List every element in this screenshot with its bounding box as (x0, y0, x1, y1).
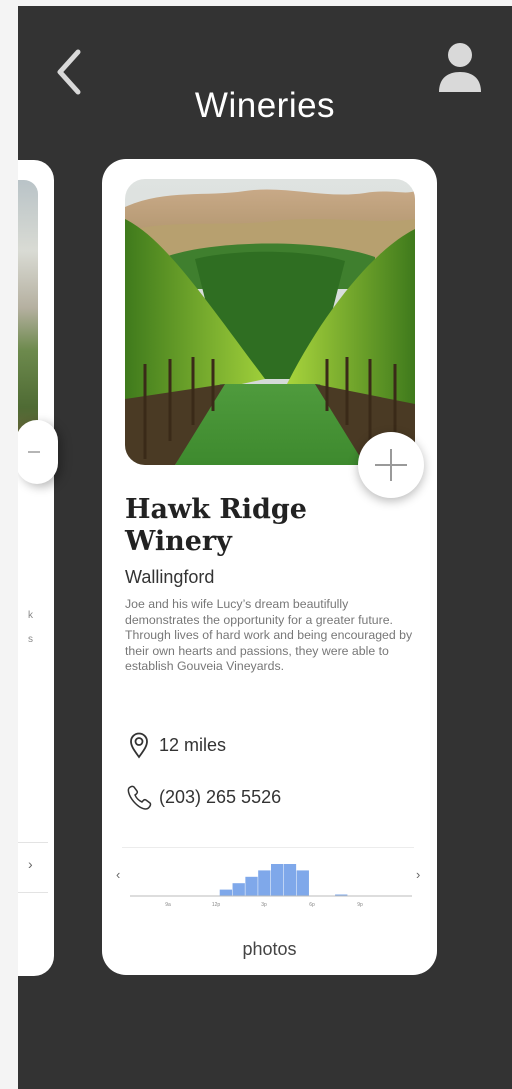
divider (18, 842, 48, 843)
distance-row: 12 miles (125, 731, 226, 759)
chart-bar (271, 864, 284, 896)
chart-bar (296, 870, 309, 896)
winery-photo (125, 179, 415, 465)
winery-location: Wallingford (125, 567, 215, 587)
chart-tick-label: 9a (165, 902, 171, 908)
add-to-list-button[interactable] (358, 432, 424, 498)
chart-bar (232, 883, 245, 896)
phone-number: (203) 265 5526 (159, 786, 282, 807)
chevron-right-icon[interactable]: › (28, 856, 33, 872)
popular-times-chart: ‹ › 9a 12p 3p 6p 9p (112, 851, 426, 915)
previous-card-add-button[interactable] (18, 420, 58, 484)
chart-tick-label: 9p (357, 902, 363, 908)
chart-tick-label: 3p (261, 902, 267, 908)
previous-card-text: k (28, 610, 33, 621)
winery-name: Hawk Ridge Winery (125, 494, 307, 557)
phone-icon (127, 785, 152, 810)
chart-prev-chevron[interactable]: ‹ (116, 867, 120, 882)
chart-bar (283, 864, 297, 896)
app-screen: Wineries k s › Hawk Ridge Winery Walling… (18, 6, 512, 1089)
chart-tick-label: 6p (309, 902, 315, 908)
phone-row[interactable]: (203) 265 5526 (125, 783, 281, 811)
chart-next-chevron[interactable]: › (416, 867, 420, 882)
photos-link[interactable]: photos (102, 939, 437, 960)
divider (122, 847, 414, 848)
previous-winery-card[interactable]: k s › (18, 160, 54, 976)
chart-bar (219, 889, 233, 896)
distance-text: 12 miles (159, 734, 227, 755)
winery-card: Hawk Ridge Winery Wallingford Joe and hi… (102, 159, 437, 975)
chart-bar (245, 876, 258, 896)
divider (18, 892, 48, 893)
chart-bar (258, 870, 271, 896)
map-pin-icon (130, 732, 148, 759)
winery-description: Joe and his wife Lucy’s dream beautifull… (125, 597, 413, 673)
previous-card-text: s (28, 634, 33, 645)
chart-tick-label: 12p (212, 902, 221, 908)
page-title: Wineries (194, 86, 336, 125)
